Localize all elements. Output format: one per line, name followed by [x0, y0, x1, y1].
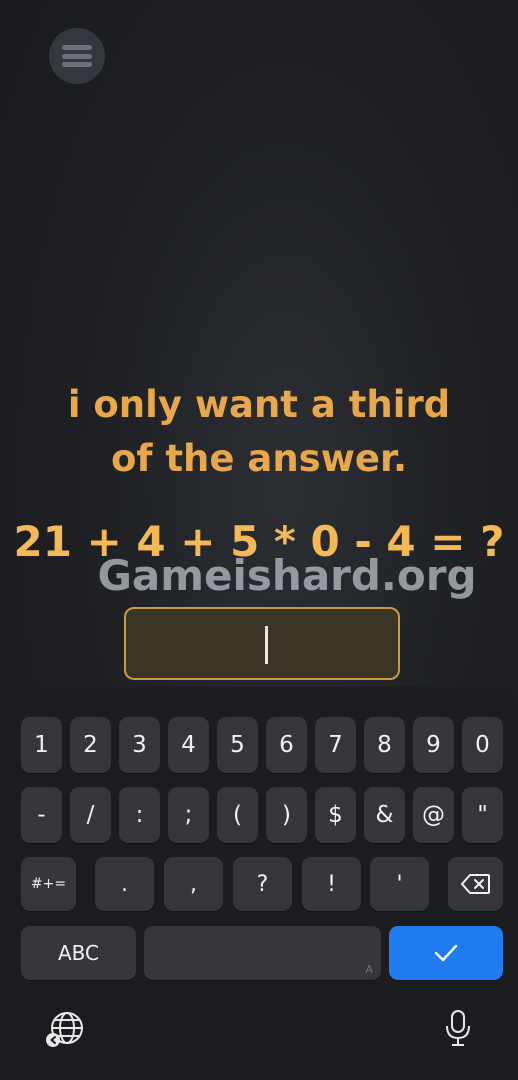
key-close-paren[interactable]: ) [266, 787, 307, 843]
watermark: Gameishard.org [97, 551, 477, 600]
globe-icon[interactable] [45, 1010, 85, 1050]
key-open-paren[interactable]: ( [217, 787, 258, 843]
abc-key[interactable]: ABC [21, 926, 136, 980]
question-text: i only want a third of the answer. [0, 378, 518, 486]
answer-input[interactable] [124, 607, 400, 680]
backspace-key[interactable] [448, 857, 503, 911]
key-hyphen[interactable]: - [21, 787, 62, 843]
space-hint: A [365, 963, 373, 976]
menu-button[interactable] [49, 28, 105, 84]
key-symbols[interactable]: #+= [21, 857, 76, 911]
key-semicolon[interactable]: ; [168, 787, 209, 843]
enter-key[interactable] [389, 926, 503, 980]
key-ampersand[interactable]: & [364, 787, 405, 843]
key-quote[interactable]: " [462, 787, 503, 843]
question-line-1: i only want a third [67, 383, 451, 426]
key-at[interactable]: @ [413, 787, 454, 843]
key-2[interactable]: 2 [70, 717, 111, 773]
key-exclamation[interactable]: ! [302, 857, 361, 911]
key-period[interactable]: . [95, 857, 154, 911]
text-caret [265, 626, 268, 664]
key-1[interactable]: 1 [21, 717, 62, 773]
key-5[interactable]: 5 [217, 717, 258, 773]
key-slash[interactable]: / [70, 787, 111, 843]
microphone-icon[interactable] [445, 1009, 471, 1047]
key-comma[interactable]: , [164, 857, 223, 911]
keyboard: 1 2 3 4 5 6 7 8 9 0 - / : ; ( ) $ & @ " … [0, 687, 518, 1080]
key-colon[interactable]: : [119, 787, 160, 843]
key-8[interactable]: 8 [364, 717, 405, 773]
key-3[interactable]: 3 [119, 717, 160, 773]
key-9[interactable]: 9 [413, 717, 454, 773]
key-4[interactable]: 4 [168, 717, 209, 773]
key-question[interactable]: ? [233, 857, 292, 911]
key-7[interactable]: 7 [315, 717, 356, 773]
key-apostrophe[interactable]: ' [370, 857, 429, 911]
key-6[interactable]: 6 [266, 717, 307, 773]
key-0[interactable]: 0 [462, 717, 503, 773]
hamburger-menu-icon [62, 45, 92, 67]
key-dollar[interactable]: $ [315, 787, 356, 843]
question-line-2: of the answer. [110, 437, 408, 480]
backspace-icon [460, 874, 490, 894]
space-key[interactable]: A [144, 926, 381, 980]
checkmark-icon [434, 944, 458, 962]
